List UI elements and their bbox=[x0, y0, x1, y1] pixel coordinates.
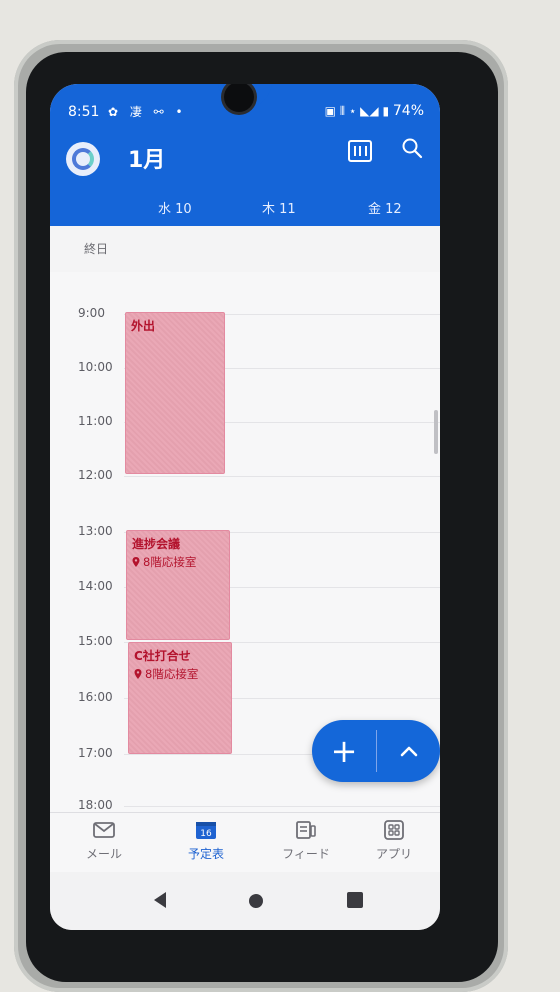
floating-action-group: + bbox=[312, 720, 440, 782]
day-header-fri[interactable]: 金 12 bbox=[368, 198, 402, 217]
battery-percent: 74% bbox=[392, 103, 424, 119]
status-icons-right: ▣ ⦀ ⋆ ◣◢ ▮ 74% bbox=[325, 103, 424, 119]
event-company-c-meeting[interactable]: C社打合せ 8階応接室 bbox=[128, 642, 232, 754]
search-icon[interactable] bbox=[400, 136, 424, 160]
recent-apps-icon[interactable] bbox=[347, 892, 363, 908]
signal-icons: ▣ ⦀ ⋆ ◣◢ ▮ bbox=[324, 104, 390, 118]
day-header-wed[interactable]: 水 10 bbox=[158, 198, 192, 217]
day-header-thu[interactable]: 木 11 bbox=[262, 198, 296, 217]
all-day-row[interactable]: 終日 bbox=[50, 226, 440, 273]
system-navigation-bar bbox=[50, 872, 440, 930]
mail-icon bbox=[93, 822, 115, 838]
event-location-text: 8階応接室 bbox=[145, 667, 199, 681]
timeline-scrollbar[interactable] bbox=[434, 410, 438, 454]
new-event-button[interactable]: + bbox=[312, 720, 376, 782]
event-title: 外出 bbox=[131, 319, 156, 333]
hour-label: 10:00 bbox=[78, 360, 113, 374]
location-pin-icon bbox=[134, 669, 142, 679]
bottom-navigation: メール 16 予定表 フィード アプリ bbox=[50, 812, 440, 873]
hour-label: 14:00 bbox=[78, 579, 113, 593]
account-avatar-icon[interactable] bbox=[66, 142, 100, 176]
event-title: C社打合せ bbox=[134, 649, 191, 663]
calendar-icon: 16 bbox=[196, 822, 216, 839]
hour-label: 13:00 bbox=[78, 524, 113, 538]
chevron-up-icon bbox=[400, 746, 418, 757]
feed-icon bbox=[296, 821, 316, 839]
hour-label: 15:00 bbox=[78, 634, 113, 648]
apps-icon bbox=[384, 820, 404, 840]
outlook-logo-icon bbox=[72, 148, 94, 170]
nav-label: アプリ bbox=[375, 847, 412, 861]
event-outing[interactable]: 外出 bbox=[125, 312, 225, 474]
event-location: 8階応接室 bbox=[134, 666, 226, 682]
all-day-label: 終日 bbox=[84, 242, 109, 256]
expand-up-button[interactable] bbox=[378, 720, 440, 782]
event-location: 8階応接室 bbox=[132, 554, 224, 570]
view-switch-icon[interactable] bbox=[348, 140, 372, 162]
nav-calendar[interactable]: 16 予定表 bbox=[162, 819, 250, 862]
event-location-text: 8階応接室 bbox=[143, 555, 197, 569]
status-time: 8:51 bbox=[68, 104, 100, 120]
app-header: 1月 水 10 木 11 金 12 bbox=[50, 126, 440, 226]
nav-label: フィード bbox=[282, 847, 330, 861]
phone-screen: 8:51 ✿ 凄 ⚯ • ▣ ⦀ ⋆ ◣◢ ▮ 74% 1月 水 10 木 11… bbox=[50, 84, 440, 930]
hour-label: 18:00 bbox=[78, 798, 113, 812]
status-icons-left: ✿ 凄 ⚯ • bbox=[108, 105, 187, 119]
event-progress-meeting[interactable]: 進捗会議 8階応接室 bbox=[126, 530, 230, 640]
home-icon[interactable] bbox=[249, 894, 263, 908]
nav-feed[interactable]: フィード bbox=[262, 819, 350, 862]
calendar-icon-date: 16 bbox=[200, 829, 212, 839]
fab-divider bbox=[376, 730, 377, 772]
hour-label: 11:00 bbox=[78, 414, 113, 428]
location-pin-icon bbox=[132, 557, 140, 567]
month-title[interactable]: 1月 bbox=[128, 142, 165, 174]
hour-label: 12:00 bbox=[78, 468, 113, 482]
hour-label: 17:00 bbox=[78, 746, 113, 760]
back-icon[interactable] bbox=[154, 892, 166, 908]
nav-label: 予定表 bbox=[187, 847, 224, 861]
nav-label: メール bbox=[85, 847, 122, 861]
hour-label: 9:00 bbox=[78, 306, 105, 320]
nav-apps[interactable]: アプリ bbox=[350, 819, 438, 862]
hour-label: 16:00 bbox=[78, 690, 113, 704]
nav-mail[interactable]: メール bbox=[60, 819, 148, 862]
event-title: 進捗会議 bbox=[132, 537, 181, 551]
